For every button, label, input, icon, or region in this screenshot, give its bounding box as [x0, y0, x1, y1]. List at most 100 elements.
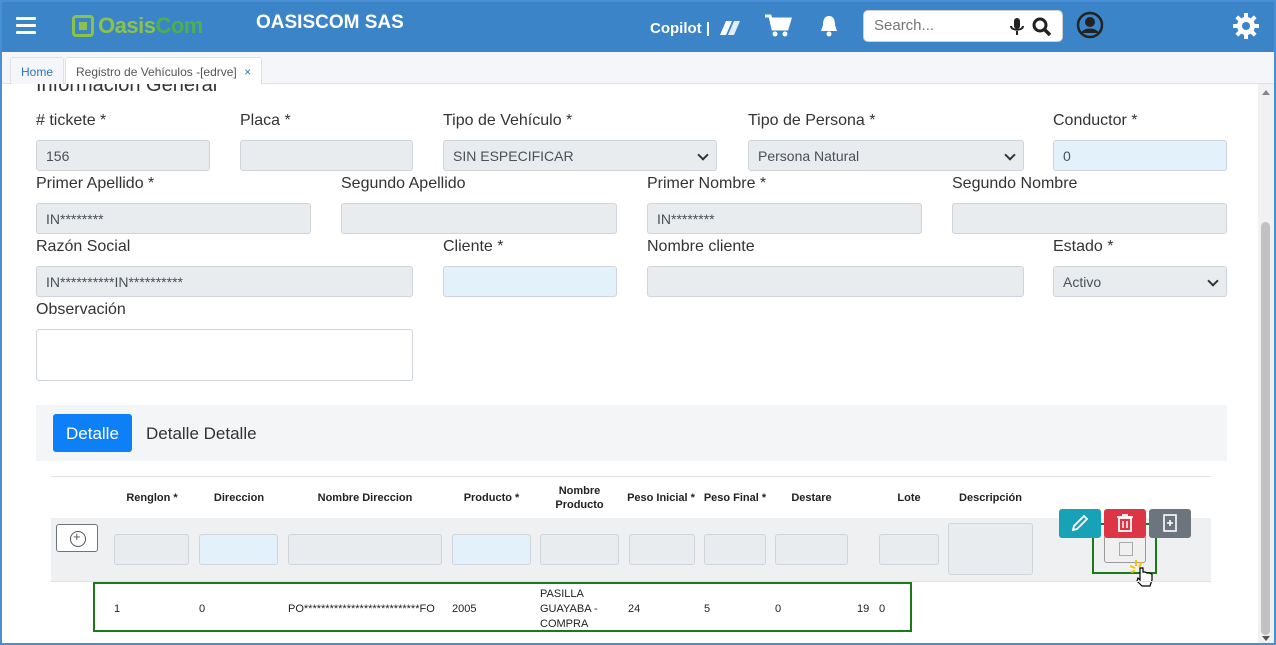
cell-destare: 0 — [775, 603, 782, 615]
header-nombre-producto: Nombre Producto — [555, 485, 604, 511]
search-input[interactable] — [874, 17, 1004, 34]
tab-detalle[interactable]: Detalle — [53, 414, 132, 452]
ticket-field[interactable]: 156 — [36, 140, 210, 171]
tipo-persona-select[interactable]: Persona Natural — [748, 140, 1024, 171]
input-peso-inicial[interactable] — [629, 534, 695, 565]
primer-nombre-label: Primer Nombre * — [647, 175, 767, 192]
cart-icon[interactable] — [764, 13, 792, 39]
observacion-label: Observación — [36, 301, 126, 318]
observacion-textarea[interactable] — [36, 329, 413, 381]
segundo-apellido-label: Segundo Apellido — [341, 175, 466, 192]
ticket-label: # tickete * — [36, 112, 107, 129]
detail-row-button[interactable] — [1149, 509, 1191, 538]
nombre-cliente-label: Nombre cliente — [647, 238, 755, 255]
placa-label: Placa * — [240, 112, 291, 129]
conductor-field[interactable]: 0 — [1053, 140, 1227, 171]
primer-nombre-field[interactable]: IN******** — [647, 203, 922, 234]
tipo-persona-label: Tipo de Persona * — [748, 112, 876, 129]
tipo-vehiculo-label: Tipo de Vehículo * — [443, 112, 573, 129]
input-nombre-direccion[interactable] — [288, 534, 442, 565]
menu-icon[interactable] — [16, 17, 36, 35]
table-top-border — [51, 476, 1211, 477]
input-peso-final[interactable] — [704, 534, 766, 565]
segundo-nombre-label: Segundo Nombre — [952, 175, 1078, 192]
cell-peso-inicial: 24 — [628, 603, 641, 615]
cell-value: 19 — [857, 603, 870, 615]
search-box[interactable] — [863, 10, 1063, 42]
input-nombre-producto[interactable] — [540, 534, 619, 565]
cell-lote: 0 — [879, 603, 886, 615]
primer-apellido-field[interactable]: IN******** — [36, 203, 311, 234]
header-nombre-direccion: Nombre Direccion — [317, 492, 413, 504]
logo-text-prefix: Oasis — [98, 13, 156, 38]
notifications-icon[interactable] — [819, 14, 839, 38]
cell-peso-final: 5 — [704, 603, 711, 615]
input-destare[interactable] — [775, 534, 848, 565]
company-name: OASISCOM SAS — [256, 12, 404, 33]
document-add-icon — [1163, 514, 1177, 532]
pointer-cursor-icon — [1130, 560, 1153, 587]
header-peso-inicial: Peso Inicial * — [627, 492, 695, 504]
cell-direccion: 0 — [199, 603, 206, 615]
segundo-apellido-field[interactable] — [341, 203, 617, 234]
trash-icon — [1117, 514, 1133, 532]
header-producto: Producto * — [463, 492, 520, 504]
razon-social-label: Razón Social — [36, 238, 131, 255]
tab-detalle-detalle[interactable]: Detalle Detalle — [146, 424, 257, 444]
copilot-label: Copilot | — [650, 19, 711, 37]
estado-select[interactable]: Activo — [1053, 266, 1227, 297]
copilot-button[interactable]: Copilot | — [650, 17, 742, 39]
edit-row-button[interactable] — [1059, 509, 1101, 538]
search-icon[interactable] — [1032, 17, 1052, 37]
header-renglon: Renglon * — [126, 492, 178, 504]
input-direccion[interactable] — [199, 534, 278, 565]
vertical-scrollbar[interactable] — [1258, 84, 1274, 645]
logo[interactable]: OasisCom — [72, 12, 203, 40]
input-descripcion[interactable] — [948, 523, 1033, 575]
input-renglon[interactable] — [114, 534, 189, 565]
cliente-label: Cliente * — [443, 238, 504, 255]
tab-home[interactable]: Home — [10, 57, 65, 84]
conductor-label: Conductor * — [1053, 112, 1138, 129]
main-content: Información General # tickete * 156 Plac… — [0, 84, 1258, 645]
cell-nombre-direccion: PO***************************FO — [288, 603, 435, 615]
header-direccion: Direccion — [213, 492, 265, 504]
user-avatar-icon[interactable] — [1076, 11, 1104, 39]
logo-mark-icon — [72, 15, 94, 37]
tab-registro-vehiculos[interactable]: Registro de Vehículos -[edrve] × — [65, 57, 263, 84]
header-destare: Destare — [791, 492, 832, 504]
segundo-nombre-field[interactable] — [952, 203, 1227, 234]
section-title: Información General — [36, 84, 218, 96]
estado-label: Estado * — [1053, 238, 1114, 255]
razon-social-field[interactable]: IN**********IN********** — [36, 266, 413, 297]
tab-home-label: Home — [21, 65, 54, 79]
close-tab-icon[interactable]: × — [244, 65, 251, 79]
top-navbar: OasisCom OASISCOM SAS Copilot | — [0, 0, 1276, 52]
scrollbar-thumb[interactable] — [1261, 222, 1270, 635]
cell-producto: 2005 — [452, 603, 477, 615]
scroll-down-icon[interactable] — [1262, 636, 1270, 641]
primer-apellido-label: Primer Apellido * — [36, 175, 155, 192]
input-producto[interactable] — [452, 534, 531, 565]
tab-strip: Home Registro de Vehículos -[edrve] × — [0, 52, 1276, 84]
input-lote[interactable] — [879, 534, 939, 565]
tab-registro-label: Registro de Vehículos -[edrve] — [76, 65, 237, 79]
add-row-button[interactable] — [56, 524, 98, 552]
delete-row-button[interactable] — [1104, 509, 1146, 538]
detail-tabs: Detalle Detalle Detalle — [36, 405, 1227, 461]
cell-renglon: 1 — [114, 603, 121, 615]
cell-nombre-producto: PASILLA GUAYABA - COMPRA — [540, 588, 598, 630]
header-lote: Lote — [897, 492, 921, 504]
scroll-up-icon[interactable] — [1262, 90, 1270, 95]
table-row-highlight[interactable] — [93, 582, 912, 632]
settings-gear-icon[interactable] — [1232, 12, 1260, 40]
cliente-field[interactable] — [443, 266, 617, 297]
logo-text-suffix: Com — [155, 13, 203, 38]
new-row-inputs — [51, 518, 1211, 581]
pencil-icon — [1071, 514, 1089, 532]
tipo-vehiculo-select[interactable]: SIN ESPECIFICAR — [443, 140, 717, 171]
microphone-icon[interactable] — [1010, 17, 1024, 37]
placa-field[interactable] — [240, 140, 413, 171]
copilot-icon — [720, 21, 741, 35]
nombre-cliente-field[interactable] — [647, 266, 1024, 297]
